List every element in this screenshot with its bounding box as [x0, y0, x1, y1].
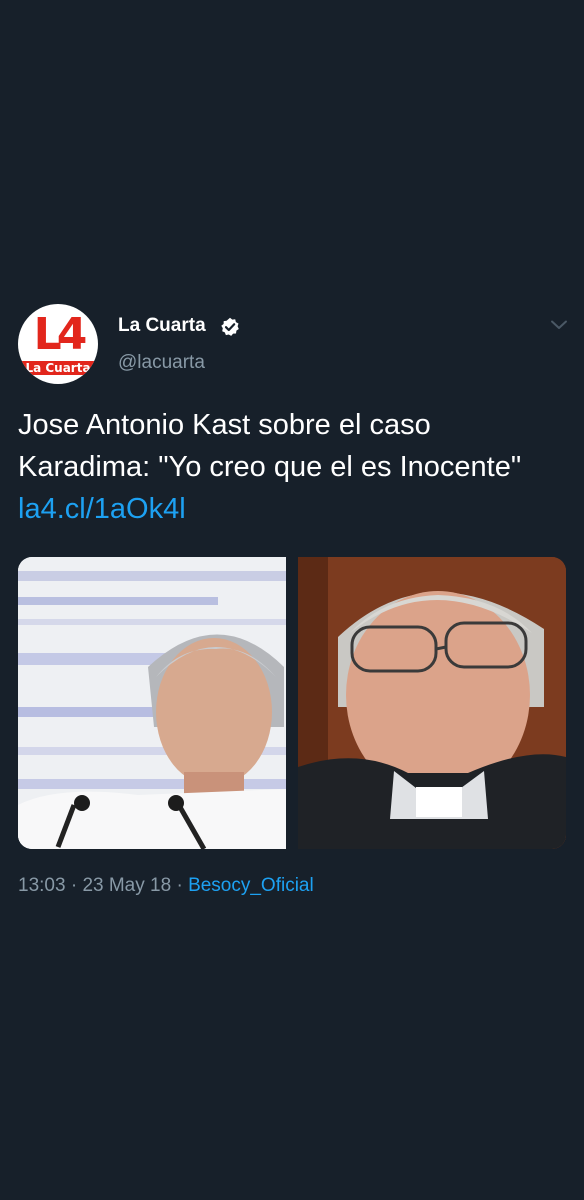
- author-handle[interactable]: @lacuarta: [118, 351, 205, 375]
- person-photo-icon: [298, 557, 566, 849]
- tweet-time[interactable]: 13:03: [18, 875, 66, 896]
- tweet-body: Jose Antonio Kast sobre el caso Karadima…: [18, 409, 522, 483]
- chevron-down-icon[interactable]: [549, 318, 569, 332]
- verified-icon: [221, 317, 239, 336]
- avatar[interactable]: L4 La Cuarta: [18, 304, 98, 384]
- meta-separator: ·: [70, 875, 78, 896]
- avatar-logo-subtext: La Cuarta: [18, 361, 98, 375]
- tweet-text: Jose Antonio Kast sobre el caso Karadima…: [18, 404, 568, 530]
- tweet-date[interactable]: 23 May 18: [82, 875, 171, 896]
- avatar-logo-text: L4: [33, 309, 88, 360]
- tweet-source[interactable]: Besocy_Oficial: [188, 875, 314, 896]
- photo-left[interactable]: [18, 557, 286, 849]
- tweet-link[interactable]: la4.cl/1aOk4l: [18, 493, 186, 525]
- person-photo-icon: [18, 557, 286, 849]
- author-name[interactable]: La Cuarta: [118, 314, 206, 338]
- media-grid[interactable]: [18, 557, 566, 849]
- meta-separator: ·: [176, 875, 183, 896]
- tweet-meta: 13:03 · 23 May 18 · Besocy_Oficial: [18, 874, 314, 898]
- photo-right[interactable]: [298, 557, 566, 849]
